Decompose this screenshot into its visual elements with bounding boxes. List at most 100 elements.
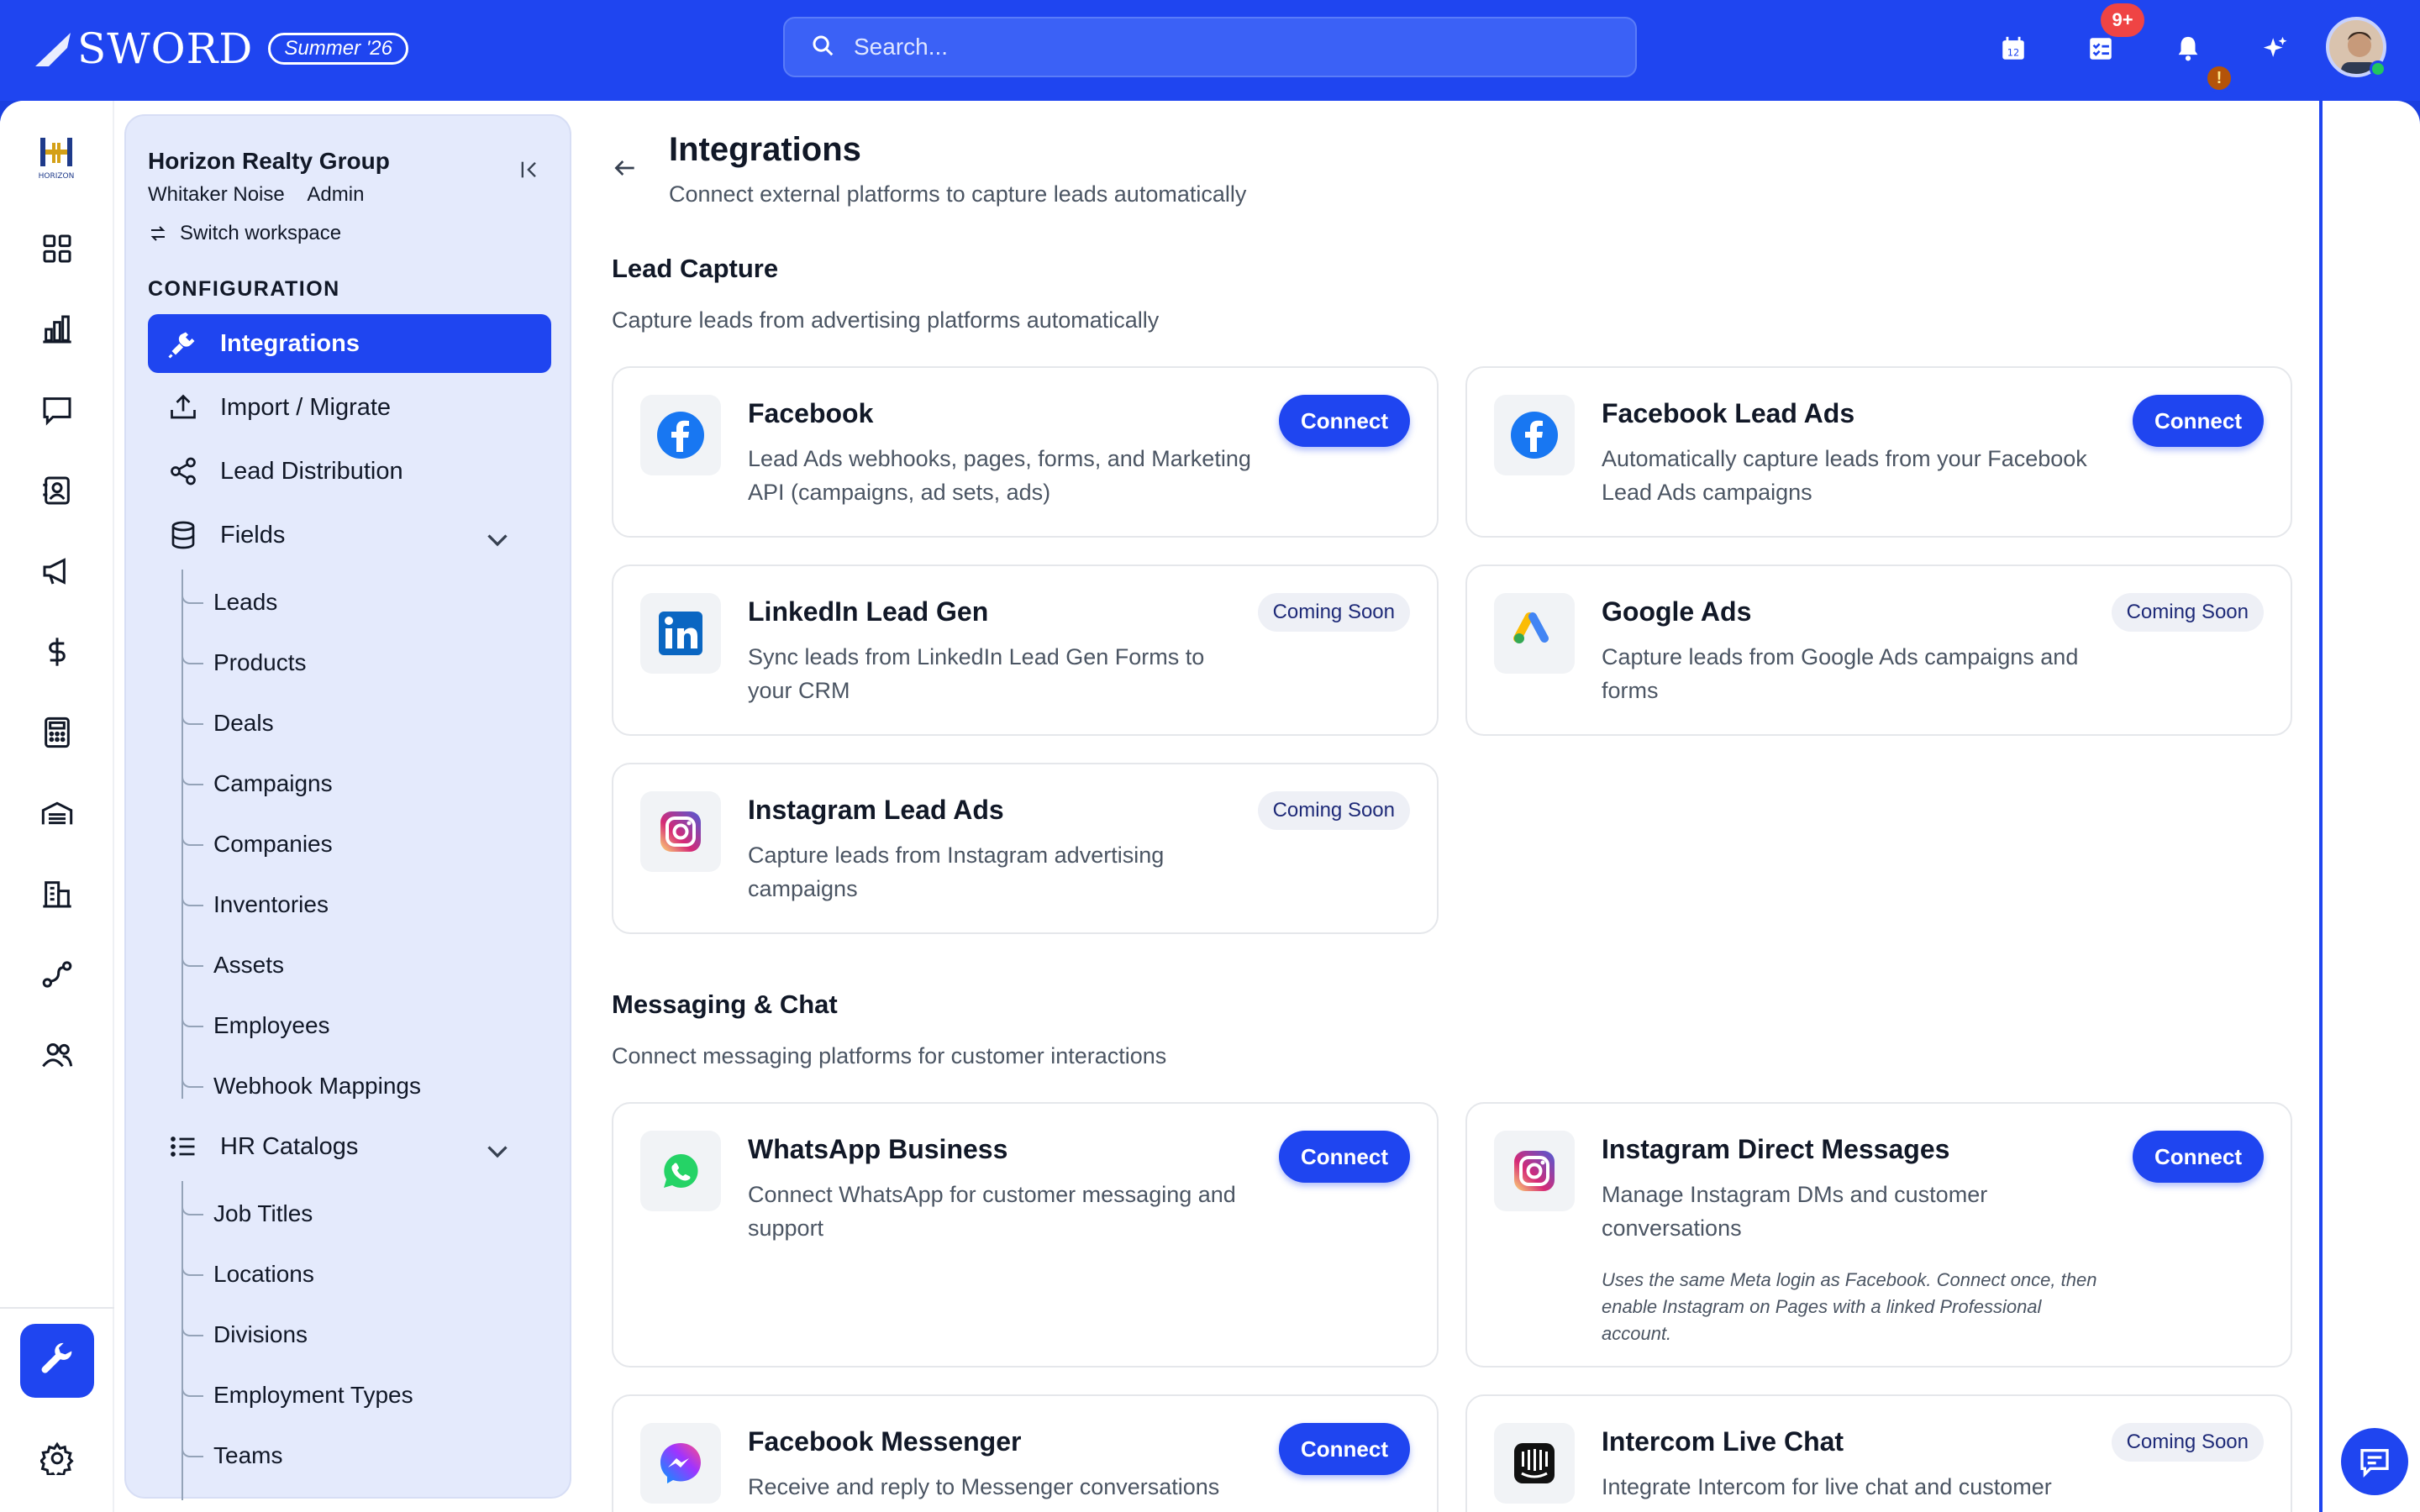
coming-soon-badge: Coming Soon bbox=[2111, 593, 2264, 632]
intercom-icon bbox=[1494, 1423, 1575, 1504]
integration-card-google-ads: Google Ads Capture leads from Google Ads… bbox=[1465, 564, 2292, 736]
svg-text:HORIZON: HORIZON bbox=[39, 172, 75, 181]
chevron-down-icon[interactable] bbox=[482, 524, 513, 554]
analytics-icon[interactable] bbox=[37, 309, 77, 349]
connect-button[interactable]: Connect bbox=[2133, 395, 2264, 447]
search-icon bbox=[810, 33, 835, 62]
card-title: Google Ads bbox=[1602, 596, 1752, 627]
chat-support-icon[interactable] bbox=[2341, 1428, 2408, 1495]
calendar-icon[interactable]: 12 bbox=[1995, 30, 2032, 67]
share-icon bbox=[171, 457, 196, 486]
card-note: Uses the same Meta login as Facebook. Co… bbox=[1602, 1269, 2097, 1344]
card-description: Integrate Intercom for live chat and cus… bbox=[1602, 1474, 2052, 1499]
sidebar-subitem-teams[interactable]: Teams bbox=[182, 1435, 282, 1477]
chevron-down-icon[interactable] bbox=[482, 1136, 513, 1166]
sparkle-ai-icon[interactable] bbox=[2257, 30, 2294, 67]
campaigns-icon[interactable] bbox=[37, 551, 77, 591]
integration-card-linkedin: LinkedIn Lead Gen Sync leads from Linked… bbox=[612, 564, 1439, 736]
sidebar-subitem-locations[interactable]: Locations bbox=[182, 1253, 314, 1295]
card-description: Lead Ads webhooks, pages, forms, and Mar… bbox=[748, 446, 1251, 505]
sidebar-item-lead-distribution[interactable]: Lead Distribution bbox=[148, 442, 551, 501]
integration-card-facebook-messenger: Facebook Messenger Receive and reply to … bbox=[612, 1394, 1439, 1512]
sidebar-subitem-employees[interactable]: Employees bbox=[182, 1005, 330, 1047]
integration-card-instagram-lead-ads: Instagram Lead Ads Capture leads from In… bbox=[612, 763, 1439, 934]
integration-card-intercom: Intercom Live Chat Integrate Intercom fo… bbox=[1465, 1394, 2292, 1512]
sidebar-item-label: Import / Migrate bbox=[220, 393, 392, 421]
google-ads-icon bbox=[1494, 593, 1575, 674]
sidebar-subitem-webhook-mappings[interactable]: Webhook Mappings bbox=[182, 1065, 421, 1107]
sidebar-subitem-leads[interactable]: Leads bbox=[182, 581, 277, 623]
instagram-icon bbox=[640, 791, 721, 872]
main-content: Integrations Connect external platforms … bbox=[588, 101, 2319, 1512]
card-description: Manage Instagram DMs and customer conver… bbox=[1602, 1182, 1988, 1241]
collapse-sidebar-icon[interactable] bbox=[513, 153, 546, 186]
card-title: Intercom Live Chat bbox=[1602, 1426, 1844, 1457]
top-bar: SWORD Summer '26 12 9+ ! bbox=[0, 0, 2420, 101]
sidebar-subitem-divisions[interactable]: Divisions bbox=[182, 1314, 308, 1356]
upload-icon bbox=[171, 394, 196, 419]
finance-icon[interactable] bbox=[37, 632, 77, 672]
card-title: LinkedIn Lead Gen bbox=[748, 596, 989, 627]
card-title: Instagram Direct Messages bbox=[1602, 1134, 1950, 1164]
calculator-icon[interactable] bbox=[37, 712, 77, 753]
sidebar-item-hr-catalogs[interactable]: HR Catalogs bbox=[148, 1117, 551, 1176]
sidebar-item-import-migrate[interactable]: Import / Migrate bbox=[148, 378, 551, 437]
sidebar-subitem-campaigns[interactable]: Campaigns bbox=[182, 763, 333, 805]
sidebar-subitem-companies[interactable]: Companies bbox=[182, 823, 333, 865]
card-description: Automatically capture leads from your Fa… bbox=[1602, 446, 2087, 505]
sidebar-item-fields[interactable]: Fields bbox=[148, 506, 551, 564]
search-input[interactable] bbox=[854, 34, 1610, 60]
integration-card-instagram-dm: Instagram Direct Messages Manage Instagr… bbox=[1465, 1102, 2292, 1368]
instagram-icon bbox=[1494, 1131, 1575, 1211]
workflow-icon[interactable] bbox=[37, 954, 77, 995]
global-search[interactable] bbox=[783, 17, 1637, 77]
facebook-icon bbox=[640, 395, 721, 475]
buildings-icon[interactable] bbox=[37, 874, 77, 914]
messages-icon[interactable] bbox=[37, 390, 77, 430]
icon-rail: HORIZON bbox=[0, 101, 114, 1512]
coming-soon-badge: Coming Soon bbox=[2111, 1423, 2264, 1462]
contacts-icon[interactable] bbox=[37, 470, 77, 511]
tools-icon[interactable] bbox=[20, 1324, 94, 1398]
sidebar-item-integrations[interactable]: Integrations bbox=[148, 314, 551, 373]
sidebar-subitem-products[interactable]: Products bbox=[182, 642, 307, 684]
connect-button[interactable]: Connect bbox=[1279, 395, 1410, 447]
bell-icon[interactable] bbox=[2170, 30, 2207, 67]
card-description: Capture leads from Instagram advertising… bbox=[748, 843, 1165, 901]
plug-icon bbox=[168, 332, 195, 359]
sidebar-item-label: Integrations bbox=[220, 329, 360, 357]
warehouse-icon[interactable] bbox=[37, 793, 77, 833]
sidebar-subitem-inventories[interactable]: Inventories bbox=[182, 884, 329, 926]
back-arrow-icon[interactable] bbox=[612, 155, 639, 181]
card-description: Capture leads from Google Ads campaigns … bbox=[1602, 644, 2079, 703]
switch-workspace-link[interactable]: Switch workspace bbox=[148, 222, 341, 245]
user-role: Admin bbox=[307, 183, 365, 206]
section-heading: CONFIGURATION bbox=[148, 277, 340, 301]
user-name: Whitaker Noise bbox=[148, 183, 285, 206]
whatsapp-icon bbox=[640, 1131, 721, 1211]
coming-soon-badge: Coming Soon bbox=[1257, 593, 1410, 632]
sidebar-subitem-assets[interactable]: Assets bbox=[182, 944, 284, 986]
card-description: Connect WhatsApp for customer messaging … bbox=[748, 1182, 1236, 1241]
team-icon[interactable] bbox=[37, 1035, 77, 1075]
page-title: Integrations bbox=[669, 131, 861, 168]
sidebar-subitem-deals[interactable]: Deals bbox=[182, 702, 274, 744]
brand-logo[interactable]: SWORD Summer '26 bbox=[34, 22, 408, 76]
horizon-logo-icon[interactable]: HORIZON bbox=[29, 133, 84, 183]
section-title-messaging: Messaging & Chat bbox=[612, 990, 838, 1019]
sidebar-item-label: HR Catalogs bbox=[220, 1132, 359, 1160]
configuration-sidebar: Horizon Realty Group Whitaker Noise Admi… bbox=[124, 114, 571, 1500]
settings-icon[interactable] bbox=[37, 1438, 77, 1478]
connect-button[interactable]: Connect bbox=[1279, 1131, 1410, 1183]
connect-button[interactable]: Connect bbox=[2133, 1131, 2264, 1183]
section-subtitle-messaging: Connect messaging platforms for customer… bbox=[612, 1043, 1167, 1068]
dashboard-icon[interactable] bbox=[37, 228, 77, 269]
workspace-name: Horizon Realty Group bbox=[148, 148, 390, 174]
card-description: Sync leads from LinkedIn Lead Gen Forms … bbox=[748, 644, 1205, 703]
connect-button[interactable]: Connect bbox=[1279, 1423, 1410, 1475]
release-badge: Summer '26 bbox=[268, 33, 408, 65]
database-icon bbox=[171, 521, 195, 549]
sidebar-subitem-employment-types[interactable]: Employment Types bbox=[182, 1374, 413, 1416]
sidebar-subitem-job-titles[interactable]: Job Titles bbox=[182, 1193, 313, 1235]
workspace-user: Whitaker Noise Admin bbox=[148, 183, 364, 207]
